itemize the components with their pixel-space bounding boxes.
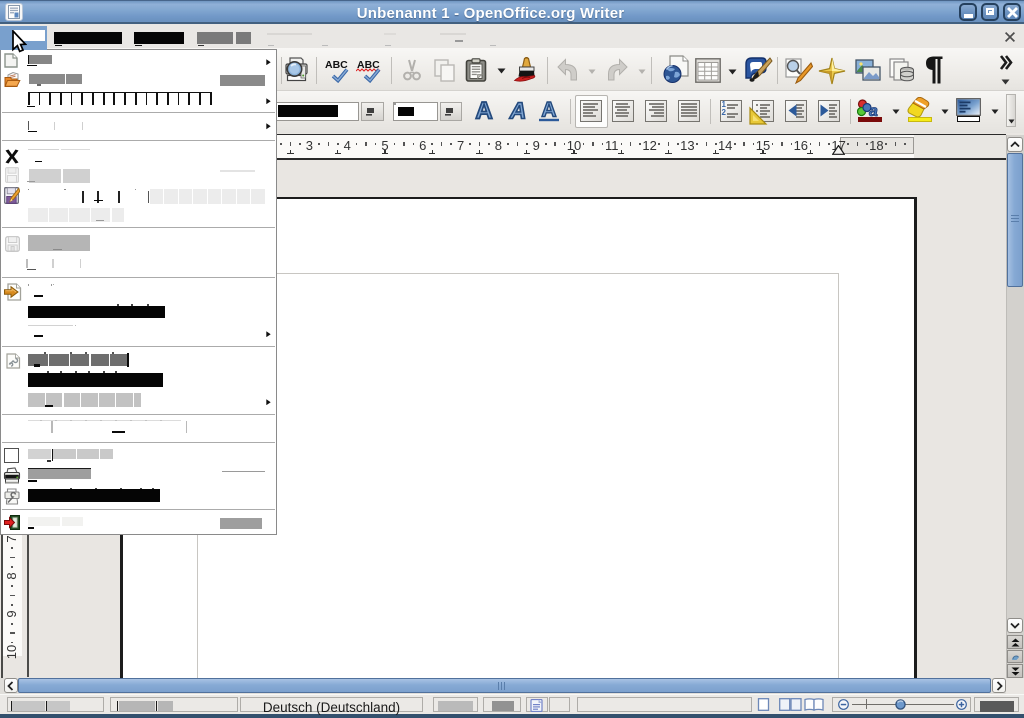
svg-text:A: A (541, 99, 556, 122)
svg-text:A: A (475, 98, 492, 124)
svg-text:A: A (509, 98, 527, 124)
